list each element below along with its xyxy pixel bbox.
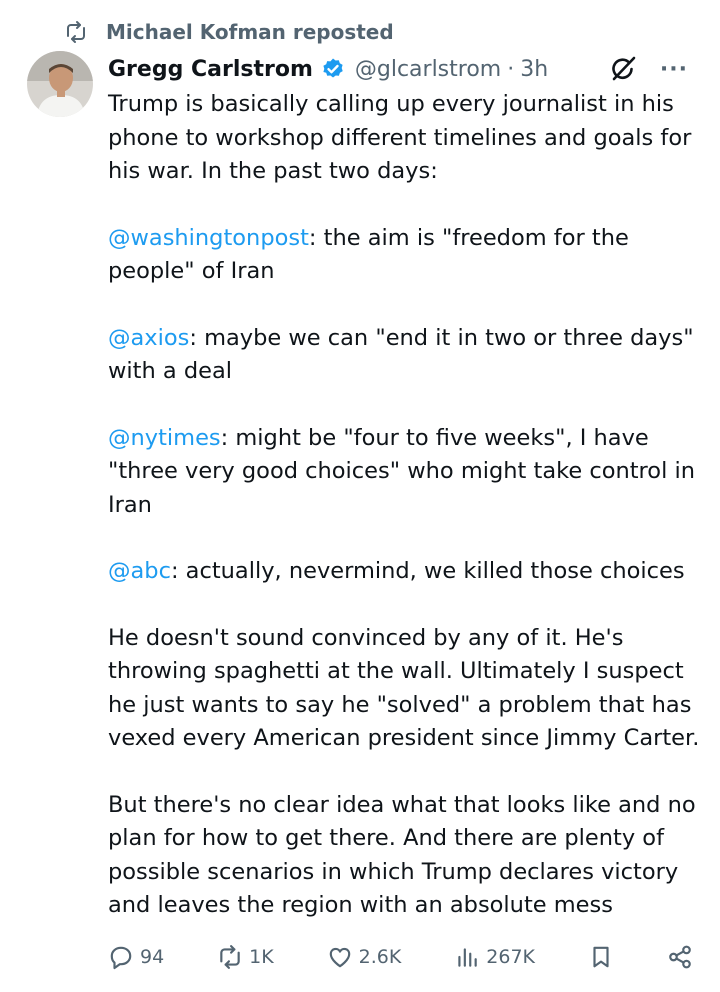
- like-button[interactable]: 2.6K: [327, 944, 402, 970]
- avatar[interactable]: [27, 51, 93, 117]
- more-icon[interactable]: ···: [660, 57, 688, 82]
- bookmark-button[interactable]: [588, 944, 614, 970]
- post-paragraph: But there's no clear idea what that look…: [108, 791, 696, 919]
- grok-icon[interactable]: [608, 54, 638, 84]
- views-button[interactable]: 267K: [454, 944, 535, 970]
- mention-link[interactable]: @abc: [108, 558, 171, 584]
- reply-button[interactable]: 94: [108, 944, 164, 970]
- post-text: Trump is basically calling up every jour…: [108, 88, 708, 956]
- heart-icon: [329, 947, 350, 968]
- separator-dot: ·: [507, 56, 515, 82]
- verified-badge-icon: [323, 58, 343, 78]
- post-timestamp[interactable]: 3h: [520, 57, 548, 82]
- author-name[interactable]: Gregg Carlstrom: [108, 57, 313, 82]
- repost-count: 1K: [249, 946, 274, 968]
- post-paragraph: @washingtonpost: the aim is "freedom for…: [108, 222, 708, 289]
- repost-icon: [220, 945, 240, 969]
- reply-icon: [110, 946, 132, 970]
- post-paragraph: Trump is basically calling up every jour…: [108, 91, 692, 184]
- post-paragraph: @axios: maybe we can "end it in two or t…: [108, 322, 708, 389]
- mention-link[interactable]: @nytimes: [108, 425, 221, 451]
- views-icon: [458, 948, 478, 967]
- repost-button[interactable]: 1K: [217, 944, 274, 970]
- paragraph-text: : actually, nevermind, we killed those c…: [170, 558, 685, 584]
- post-paragraph: @abc: actually, nevermind, we killed tho…: [108, 555, 708, 589]
- author-handle[interactable]: @glcarlstrom: [355, 57, 501, 82]
- repost-text: Michael Kofman reposted: [106, 20, 394, 44]
- mention-link[interactable]: @axios: [108, 325, 189, 351]
- post-paragraph: He doesn't sound convinced by any of it.…: [108, 624, 700, 752]
- post-paragraph: @nytimes: might be "four to five weeks",…: [108, 422, 708, 523]
- action-bar: 94 1K 2.6K 267K: [108, 940, 693, 974]
- bookmark-icon: [593, 946, 609, 968]
- share-icon: [669, 945, 691, 969]
- mention-link[interactable]: @washingtonpost: [108, 225, 309, 251]
- reply-count: 94: [140, 946, 165, 968]
- repost-indicator[interactable]: Michael Kofman reposted: [64, 18, 394, 46]
- like-count: 2.6K: [358, 946, 402, 968]
- share-button[interactable]: [667, 944, 693, 970]
- paragraph-text: : maybe we can "end it in two or three d…: [108, 324, 694, 385]
- view-count: 267K: [486, 946, 536, 968]
- post-header: Gregg Carlstrom @glcarlstrom · 3h ···: [108, 52, 698, 86]
- repost-icon: [67, 21, 85, 43]
